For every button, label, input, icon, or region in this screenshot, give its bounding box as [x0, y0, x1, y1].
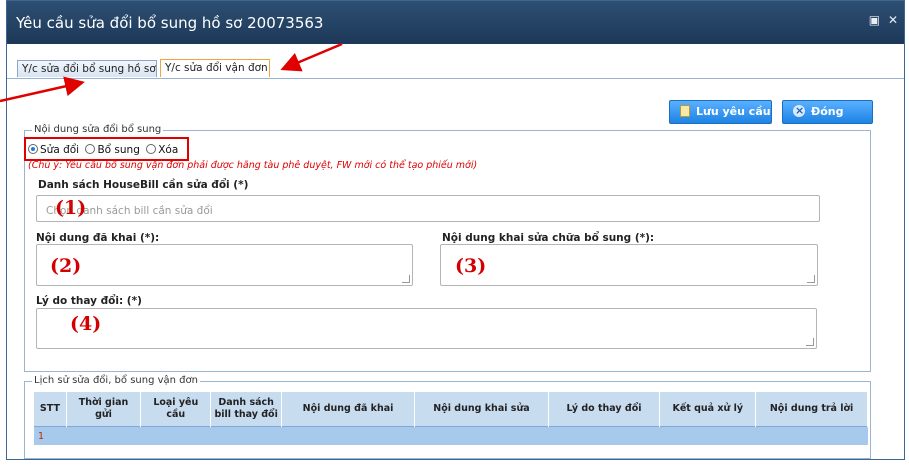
annotation-arrows — [0, 42, 343, 103]
arrow-to-tab1 — [0, 76, 85, 103]
arrow-to-tab2 — [280, 42, 343, 72]
